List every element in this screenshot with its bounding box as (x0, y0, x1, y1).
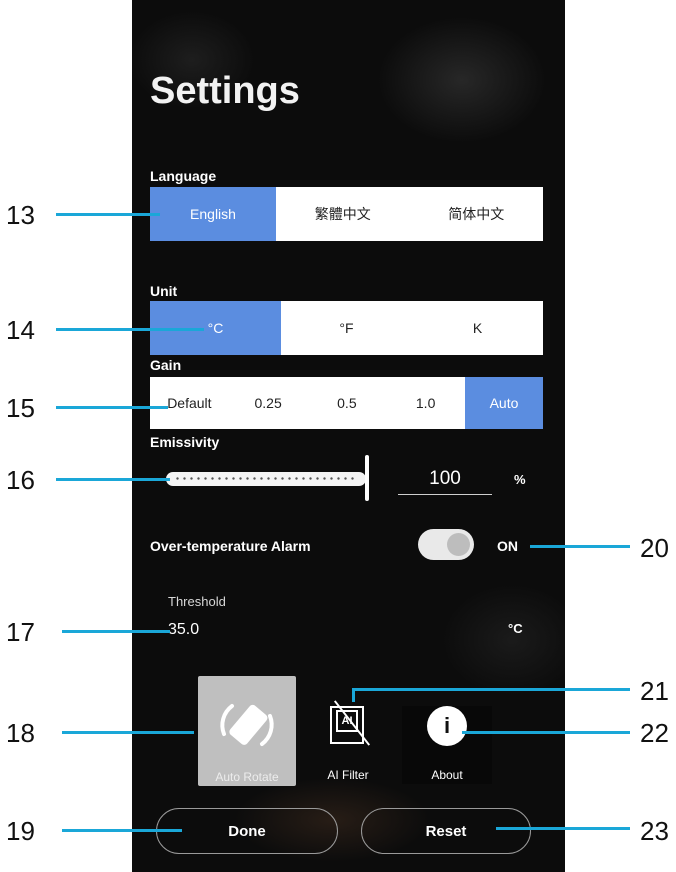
callout-line-20 (530, 545, 630, 548)
language-label: Language (150, 168, 217, 184)
callout-number-23: 23 (640, 816, 669, 846)
gain-option-default[interactable]: Default (150, 377, 229, 429)
callout-line-17 (62, 630, 170, 633)
ai-filter-label: AI Filter (327, 768, 369, 782)
ai-filter-button[interactable]: AI AI Filter (316, 700, 380, 782)
callout-line-23 (496, 827, 630, 830)
auto-rotate-button[interactable]: Auto Rotate (198, 676, 296, 786)
language-option-english[interactable]: English (150, 187, 276, 241)
threshold-unit: °C (508, 621, 523, 636)
ai-filter-icon: AI (326, 700, 371, 750)
callout-number-22: 22 (640, 718, 669, 748)
callout-line-21 (352, 688, 630, 691)
callout-line-19 (62, 829, 182, 832)
auto-rotate-label: Auto Rotate (215, 770, 279, 784)
callout-line-16 (56, 478, 170, 481)
emissivity-input[interactable]: 100 (398, 468, 492, 490)
callout-number-18: 18 (6, 718, 35, 748)
callout-line-15 (56, 406, 168, 409)
emissivity-unit: % (514, 472, 526, 487)
gain-option-0-25[interactable]: 0.25 (229, 377, 308, 429)
language-option-traditional-chinese[interactable]: 繁體中文 (276, 187, 410, 241)
callout-line-18 (62, 731, 194, 734)
unit-label: Unit (150, 283, 178, 299)
about-label: About (431, 768, 463, 782)
unit-option-kelvin[interactable]: K (412, 301, 543, 355)
alarm-state: ON (497, 538, 518, 554)
callout-line-22 (462, 731, 630, 734)
unit-selector: °C °F K (150, 301, 543, 355)
threshold-input[interactable]: 35.0 (168, 621, 199, 639)
info-icon: i (427, 706, 467, 746)
emissivity-label: Emissivity (150, 434, 220, 450)
callout-number-14: 14 (6, 315, 35, 345)
alarm-label: Over-temperature Alarm (150, 538, 311, 554)
callout-number-13: 13 (6, 200, 35, 230)
callout-number-17: 17 (6, 617, 35, 647)
done-button[interactable]: Done (156, 808, 338, 854)
threshold-label: Threshold (168, 594, 226, 609)
callout-number-16: 16 (6, 465, 35, 495)
gain-label: Gain (150, 357, 182, 373)
alarm-toggle-knob (447, 533, 470, 556)
emissivity-slider-handle[interactable] (365, 455, 369, 501)
gain-option-1-0[interactable]: 1.0 (386, 377, 465, 429)
callout-number-21: 21 (640, 676, 669, 706)
callout-number-15: 15 (6, 393, 35, 423)
about-button[interactable]: i About (402, 706, 492, 784)
language-selector: English 繁體中文 简体中文 (150, 187, 543, 241)
emissivity-input-underline (398, 494, 492, 495)
callout-line-21-stem (352, 688, 355, 702)
alarm-toggle[interactable] (418, 529, 474, 560)
callout-line-13 (56, 213, 160, 216)
callout-number-20: 20 (640, 533, 669, 563)
reset-button[interactable]: Reset (361, 808, 531, 854)
gain-option-0-5[interactable]: 0.5 (308, 377, 387, 429)
unit-option-fahrenheit[interactable]: °F (281, 301, 412, 355)
page-title: Settings (150, 70, 300, 112)
gain-option-auto[interactable]: Auto (465, 377, 543, 429)
callout-line-14 (56, 328, 204, 331)
rotate-icon (220, 704, 274, 746)
gain-selector: Default 0.25 0.5 1.0 Auto (150, 377, 543, 429)
callout-number-19: 19 (6, 816, 35, 846)
emissivity-slider[interactable] (166, 472, 366, 486)
language-option-simplified-chinese[interactable]: 简体中文 (410, 187, 544, 241)
